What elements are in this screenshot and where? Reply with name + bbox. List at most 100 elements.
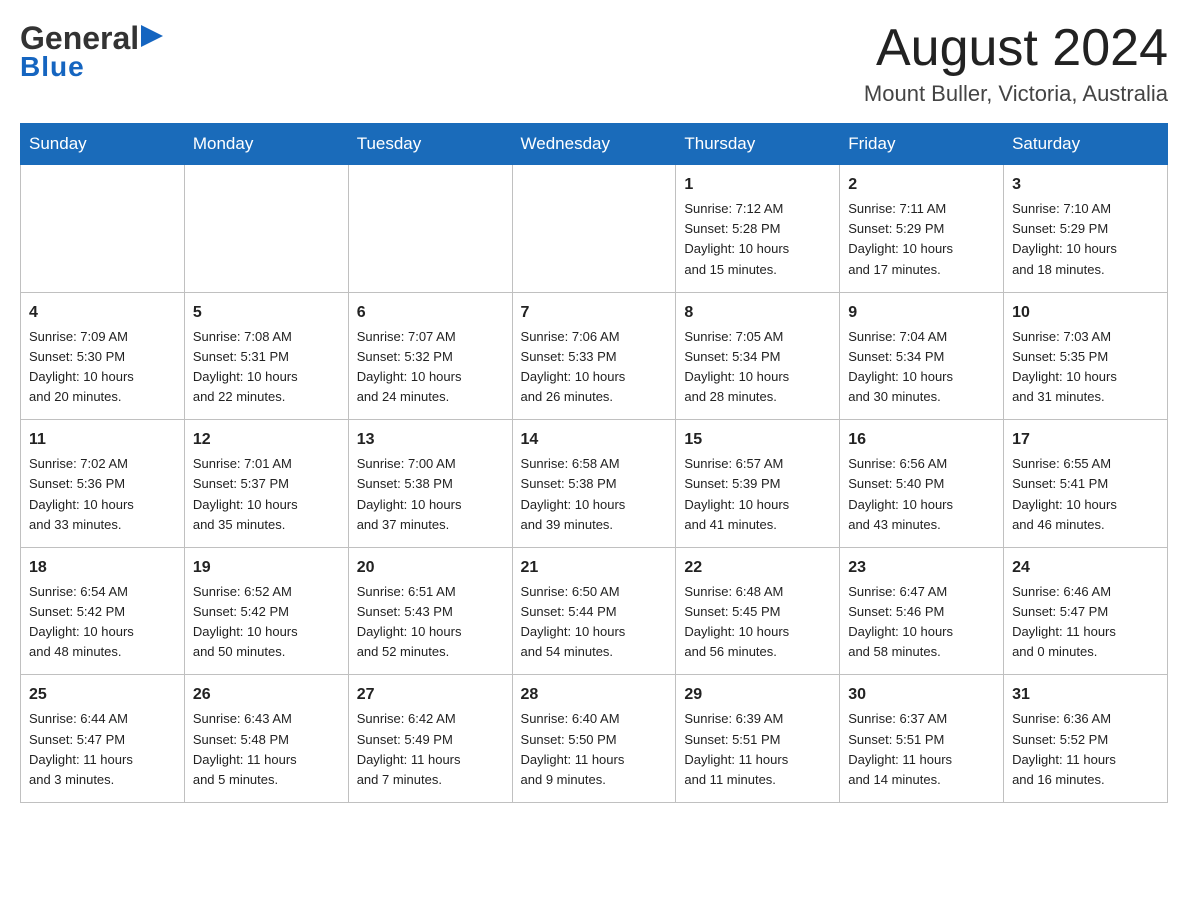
calendar-cell: 3Sunrise: 7:10 AMSunset: 5:29 PMDaylight…: [1004, 165, 1168, 293]
day-info: Sunrise: 6:37 AMSunset: 5:51 PMDaylight:…: [848, 709, 995, 790]
day-info: Sunrise: 6:47 AMSunset: 5:46 PMDaylight:…: [848, 582, 995, 663]
day-number: 14: [521, 428, 668, 452]
logo-triangle-icon: [141, 25, 163, 47]
calendar-cell: 28Sunrise: 6:40 AMSunset: 5:50 PMDayligh…: [512, 675, 676, 803]
day-info: Sunrise: 7:06 AMSunset: 5:33 PMDaylight:…: [521, 327, 668, 408]
calendar-cell: [21, 165, 185, 293]
day-info: Sunrise: 7:01 AMSunset: 5:37 PMDaylight:…: [193, 454, 340, 535]
calendar-cell: 9Sunrise: 7:04 AMSunset: 5:34 PMDaylight…: [840, 292, 1004, 420]
day-number: 24: [1012, 556, 1159, 580]
day-info: Sunrise: 6:36 AMSunset: 5:52 PMDaylight:…: [1012, 709, 1159, 790]
calendar-cell: 17Sunrise: 6:55 AMSunset: 5:41 PMDayligh…: [1004, 420, 1168, 548]
calendar-cell: 11Sunrise: 7:02 AMSunset: 5:36 PMDayligh…: [21, 420, 185, 548]
calendar-cell: 22Sunrise: 6:48 AMSunset: 5:45 PMDayligh…: [676, 547, 840, 675]
calendar-cell: 23Sunrise: 6:47 AMSunset: 5:46 PMDayligh…: [840, 547, 1004, 675]
calendar-week-5: 25Sunrise: 6:44 AMSunset: 5:47 PMDayligh…: [21, 675, 1168, 803]
calendar-cell: 4Sunrise: 7:09 AMSunset: 5:30 PMDaylight…: [21, 292, 185, 420]
calendar-cell: 2Sunrise: 7:11 AMSunset: 5:29 PMDaylight…: [840, 165, 1004, 293]
day-info: Sunrise: 6:50 AMSunset: 5:44 PMDaylight:…: [521, 582, 668, 663]
calendar-cell: 8Sunrise: 7:05 AMSunset: 5:34 PMDaylight…: [676, 292, 840, 420]
day-number: 10: [1012, 301, 1159, 325]
calendar-cell: [348, 165, 512, 293]
day-number: 26: [193, 683, 340, 707]
calendar-cell: [184, 165, 348, 293]
calendar-cell: 21Sunrise: 6:50 AMSunset: 5:44 PMDayligh…: [512, 547, 676, 675]
location-title: Mount Buller, Victoria, Australia: [864, 81, 1168, 107]
day-info: Sunrise: 7:09 AMSunset: 5:30 PMDaylight:…: [29, 327, 176, 408]
title-block: August 2024 Mount Buller, Victoria, Aust…: [864, 20, 1168, 107]
calendar-week-2: 4Sunrise: 7:09 AMSunset: 5:30 PMDaylight…: [21, 292, 1168, 420]
day-number: 16: [848, 428, 995, 452]
day-number: 6: [357, 301, 504, 325]
calendar-cell: 18Sunrise: 6:54 AMSunset: 5:42 PMDayligh…: [21, 547, 185, 675]
col-thursday: Thursday: [676, 124, 840, 165]
calendar-cell: 31Sunrise: 6:36 AMSunset: 5:52 PMDayligh…: [1004, 675, 1168, 803]
day-info: Sunrise: 6:58 AMSunset: 5:38 PMDaylight:…: [521, 454, 668, 535]
calendar-cell: 13Sunrise: 7:00 AMSunset: 5:38 PMDayligh…: [348, 420, 512, 548]
col-sunday: Sunday: [21, 124, 185, 165]
day-number: 17: [1012, 428, 1159, 452]
day-number: 21: [521, 556, 668, 580]
day-number: 15: [684, 428, 831, 452]
day-number: 23: [848, 556, 995, 580]
col-friday: Friday: [840, 124, 1004, 165]
calendar-table: Sunday Monday Tuesday Wednesday Thursday…: [20, 123, 1168, 803]
calendar-week-3: 11Sunrise: 7:02 AMSunset: 5:36 PMDayligh…: [21, 420, 1168, 548]
calendar-week-1: 1Sunrise: 7:12 AMSunset: 5:28 PMDaylight…: [21, 165, 1168, 293]
day-info: Sunrise: 7:00 AMSunset: 5:38 PMDaylight:…: [357, 454, 504, 535]
day-info: Sunrise: 6:56 AMSunset: 5:40 PMDaylight:…: [848, 454, 995, 535]
calendar-cell: 16Sunrise: 6:56 AMSunset: 5:40 PMDayligh…: [840, 420, 1004, 548]
day-number: 4: [29, 301, 176, 325]
day-number: 8: [684, 301, 831, 325]
day-number: 27: [357, 683, 504, 707]
day-info: Sunrise: 7:04 AMSunset: 5:34 PMDaylight:…: [848, 327, 995, 408]
calendar-cell: 29Sunrise: 6:39 AMSunset: 5:51 PMDayligh…: [676, 675, 840, 803]
day-info: Sunrise: 6:51 AMSunset: 5:43 PMDaylight:…: [357, 582, 504, 663]
calendar-cell: 14Sunrise: 6:58 AMSunset: 5:38 PMDayligh…: [512, 420, 676, 548]
day-number: 1: [684, 173, 831, 197]
calendar-header-row: Sunday Monday Tuesday Wednesday Thursday…: [21, 124, 1168, 165]
day-number: 11: [29, 428, 176, 452]
col-saturday: Saturday: [1004, 124, 1168, 165]
day-number: 5: [193, 301, 340, 325]
day-number: 29: [684, 683, 831, 707]
logo-blue: Blue: [20, 51, 85, 83]
day-number: 18: [29, 556, 176, 580]
calendar-cell: 25Sunrise: 6:44 AMSunset: 5:47 PMDayligh…: [21, 675, 185, 803]
day-info: Sunrise: 6:54 AMSunset: 5:42 PMDaylight:…: [29, 582, 176, 663]
day-info: Sunrise: 6:52 AMSunset: 5:42 PMDaylight:…: [193, 582, 340, 663]
day-number: 22: [684, 556, 831, 580]
day-info: Sunrise: 6:44 AMSunset: 5:47 PMDaylight:…: [29, 709, 176, 790]
day-number: 9: [848, 301, 995, 325]
month-title: August 2024: [864, 20, 1168, 77]
calendar-cell: 24Sunrise: 6:46 AMSunset: 5:47 PMDayligh…: [1004, 547, 1168, 675]
day-number: 28: [521, 683, 668, 707]
day-info: Sunrise: 7:05 AMSunset: 5:34 PMDaylight:…: [684, 327, 831, 408]
calendar-cell: 7Sunrise: 7:06 AMSunset: 5:33 PMDaylight…: [512, 292, 676, 420]
day-info: Sunrise: 6:48 AMSunset: 5:45 PMDaylight:…: [684, 582, 831, 663]
page-header: General Blue August 2024 Mount Buller, V…: [20, 20, 1168, 107]
day-info: Sunrise: 7:12 AMSunset: 5:28 PMDaylight:…: [684, 199, 831, 280]
calendar-cell: 26Sunrise: 6:43 AMSunset: 5:48 PMDayligh…: [184, 675, 348, 803]
day-number: 3: [1012, 173, 1159, 197]
day-info: Sunrise: 7:11 AMSunset: 5:29 PMDaylight:…: [848, 199, 995, 280]
day-info: Sunrise: 7:02 AMSunset: 5:36 PMDaylight:…: [29, 454, 176, 535]
day-info: Sunrise: 7:07 AMSunset: 5:32 PMDaylight:…: [357, 327, 504, 408]
calendar-cell: 6Sunrise: 7:07 AMSunset: 5:32 PMDaylight…: [348, 292, 512, 420]
calendar-cell: 30Sunrise: 6:37 AMSunset: 5:51 PMDayligh…: [840, 675, 1004, 803]
day-info: Sunrise: 6:42 AMSunset: 5:49 PMDaylight:…: [357, 709, 504, 790]
col-wednesday: Wednesday: [512, 124, 676, 165]
calendar-cell: 1Sunrise: 7:12 AMSunset: 5:28 PMDaylight…: [676, 165, 840, 293]
day-number: 13: [357, 428, 504, 452]
calendar-cell: 20Sunrise: 6:51 AMSunset: 5:43 PMDayligh…: [348, 547, 512, 675]
logo: General Blue: [20, 20, 163, 83]
calendar-cell: 27Sunrise: 6:42 AMSunset: 5:49 PMDayligh…: [348, 675, 512, 803]
day-info: Sunrise: 6:55 AMSunset: 5:41 PMDaylight:…: [1012, 454, 1159, 535]
day-number: 7: [521, 301, 668, 325]
day-number: 19: [193, 556, 340, 580]
day-info: Sunrise: 6:39 AMSunset: 5:51 PMDaylight:…: [684, 709, 831, 790]
calendar-cell: 19Sunrise: 6:52 AMSunset: 5:42 PMDayligh…: [184, 547, 348, 675]
calendar-cell: 12Sunrise: 7:01 AMSunset: 5:37 PMDayligh…: [184, 420, 348, 548]
day-number: 25: [29, 683, 176, 707]
calendar-cell: 10Sunrise: 7:03 AMSunset: 5:35 PMDayligh…: [1004, 292, 1168, 420]
